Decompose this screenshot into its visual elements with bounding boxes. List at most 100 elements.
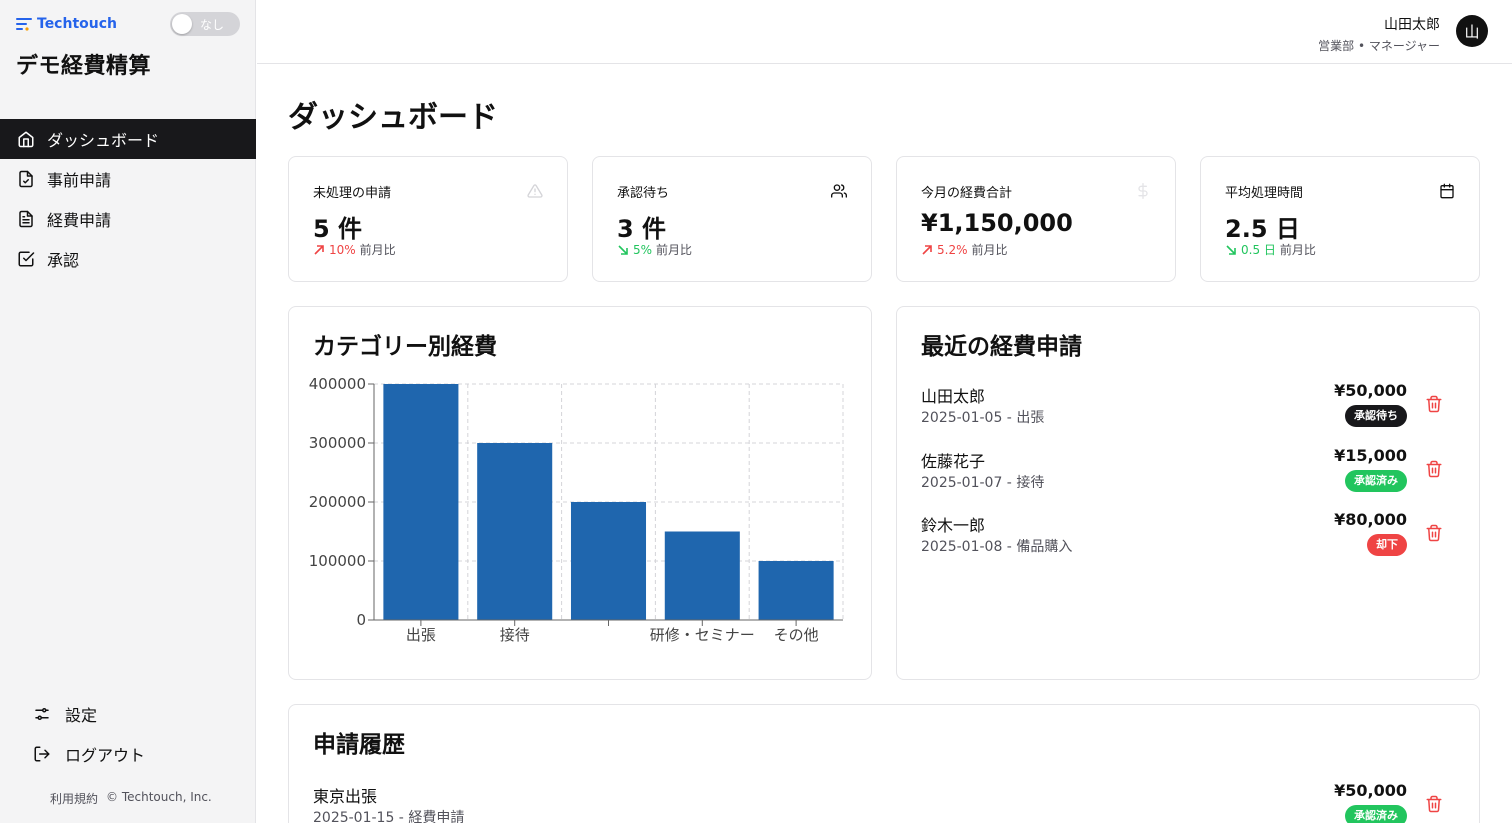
alert-triangle-icon	[527, 184, 543, 198]
expense-name: 東京出張	[313, 787, 378, 806]
stat-suffix: 前月比	[1279, 243, 1316, 257]
expense-amount: ¥15,000	[1334, 445, 1407, 465]
square-check-icon	[18, 251, 35, 267]
status-badge: 承認済み	[1345, 469, 1407, 492]
stat-title: 今月の経費合計	[921, 186, 1013, 201]
expense-row[interactable]: 鈴木一郎 2025-01-08 - 備品購入 ¥80,000 却下	[921, 510, 1455, 575]
stat-card-monthly-total: 今月の経費合計 ¥1,150,000 5.2% 前月比	[896, 156, 1176, 282]
avatar[interactable]: 山	[1456, 15, 1488, 47]
nav-label: 設定	[65, 706, 98, 725]
stat-card-unprocessed: 未処理の申請 5 件 10% 前月比	[288, 156, 568, 282]
trash-icon[interactable]	[1425, 795, 1443, 813]
stat-trend: 10% 前月比	[313, 241, 396, 258]
stat-suffix: 前月比	[971, 243, 1008, 257]
recent-list: 山田太郎 2025-01-05 - 出張 ¥50,000 承認待ち佐藤花子 2025-0…	[921, 381, 1455, 575]
nav-label: ログアウト	[65, 746, 146, 765]
page-title: ダッシュボード	[288, 100, 498, 135]
expense-meta: 2025-01-08 - 備品購入	[921, 539, 1073, 555]
user-name: 山田太郎	[1384, 17, 1440, 33]
nav-label: 経費申請	[47, 211, 112, 230]
app-title: デモ経費精算	[16, 54, 152, 79]
y-tick-label: 400000	[309, 375, 366, 393]
expense-row[interactable]: 山田太郎 2025-01-05 - 出張 ¥50,000 承認待ち	[921, 381, 1455, 446]
nav-label: 事前申請	[47, 171, 112, 190]
recent-expenses-card: 最近の経費申請 山田太郎 2025-01-05 - 出張 ¥50,000 承認待ち 佐藤…	[896, 306, 1480, 680]
status-badge: 承認済み	[1345, 805, 1407, 823]
dollar-icon	[1138, 183, 1148, 199]
stat-title: 承認待ち	[617, 186, 670, 201]
trend-down-icon	[618, 244, 628, 255]
expense-amount: ¥80,000	[1334, 510, 1407, 529]
brand-lines-icon	[16, 18, 32, 31]
stat-card-awaiting-approval: 承認待ち 3 件 5% 前月比	[592, 156, 872, 282]
calendar-icon	[1440, 183, 1454, 199]
category-chart-card: カテゴリー別経費 0 100000 200000 300000 400000 出張 接待 研修…	[288, 306, 872, 680]
sliders-icon	[35, 708, 49, 720]
expense-name: 佐藤花子	[921, 451, 986, 471]
expense-row[interactable]: 佐藤花子 2025-01-07 - 接待 ¥15,000 承認済み	[921, 446, 1455, 511]
stat-change: 5.2%	[937, 242, 968, 257]
main-nav: ダッシュボード 事前申請 経費申請 承認	[0, 119, 256, 279]
category-bar-chart: 0 100000 200000 300000 400000 出張 接待 研修・セミナー その他	[309, 375, 844, 644]
chart-bar	[570, 502, 647, 620]
stat-value: 2.5 日	[1225, 215, 1300, 243]
expense-meta: 2025-01-15 - 経費申請	[313, 810, 465, 823]
stat-suffix: 前月比	[656, 243, 693, 257]
stat-value: 3 件	[617, 215, 667, 243]
file-text-icon	[19, 210, 33, 228]
copyright: © Techtouch, Inc.	[106, 790, 212, 804]
status-badge: 却下	[1367, 534, 1407, 556]
nav-item-expense-application[interactable]: 経費申請	[0, 199, 256, 239]
nav-item-logout[interactable]: ログアウト	[33, 734, 145, 774]
y-tick-label: 300000	[309, 434, 366, 452]
history-card: 申請履歴 東京出張 2025-01-15 - 経費申請 ¥50,000 承認済み	[288, 704, 1480, 823]
x-tick-label: 接待	[500, 626, 530, 644]
chart-bar	[758, 561, 834, 620]
user-info: 山田太郎 営業部 • マネージャー	[1318, 14, 1440, 54]
y-tick-label: 200000	[309, 493, 366, 511]
expense-name: 鈴木一郎	[921, 516, 986, 535]
expense-amount: ¥50,000	[1334, 381, 1407, 400]
stat-value: ¥1,150,000	[921, 209, 1073, 237]
stat-trend: 0.5 日前月比	[1225, 241, 1316, 258]
stat-trend: 5.2% 前月比	[921, 241, 1008, 258]
trash-icon[interactable]	[1425, 524, 1443, 542]
trash-icon[interactable]	[1425, 395, 1443, 413]
toggle-knob	[172, 14, 192, 34]
nav-item-settings[interactable]: 設定	[33, 694, 145, 734]
expense-meta: 2025-01-07 - 接待	[921, 474, 1045, 491]
x-tick-label: 出張	[406, 626, 436, 644]
nav-item-approval[interactable]: 承認	[0, 239, 256, 279]
toggle-label: なし	[200, 18, 225, 32]
nav-label: 承認	[47, 251, 80, 270]
stat-change: 10%	[329, 242, 356, 257]
logout-icon	[34, 746, 50, 762]
brand-name: Techtouch	[37, 16, 117, 32]
chart-bar	[664, 531, 740, 620]
file-check-icon	[19, 170, 33, 188]
stat-card-avg-processing: 平均処理時間 2.5 日 0.5 日前月比	[1200, 156, 1480, 282]
stat-change: 5%	[633, 242, 653, 257]
stat-title: 未処理の申請	[313, 186, 392, 201]
terms-link[interactable]: 利用規約	[50, 790, 98, 807]
trend-down-icon	[1226, 244, 1236, 255]
sidebar: Techtouch なし デモ経費精算 ダッシュボード 事前申請 経費申請 承認…	[0, 0, 256, 823]
bottom-nav: 設定 ログアウト	[33, 694, 145, 774]
expense-row[interactable]: 東京出張 2025-01-15 - 経費申請 ¥50,000 承認済み	[313, 781, 1455, 823]
stat-title: 平均処理時間	[1225, 186, 1304, 201]
nav-item-pre-application[interactable]: 事前申請	[0, 159, 256, 199]
stat-suffix: 前月比	[359, 243, 396, 257]
history-list: 東京出張 2025-01-15 - 経費申請 ¥50,000 承認済み	[313, 781, 1455, 823]
trend-up-icon	[922, 244, 932, 255]
top-header: 山田太郎 営業部 • マネージャー 山	[257, 0, 1512, 64]
expense-amount: ¥50,000	[1334, 781, 1407, 800]
nav-label: ダッシュボード	[47, 131, 160, 150]
y-tick-label: 100000	[309, 552, 366, 570]
users-icon	[831, 184, 847, 198]
expense-name: 山田太郎	[921, 387, 986, 406]
mode-toggle[interactable]: なし	[170, 12, 240, 36]
brand-logo[interactable]: Techtouch	[16, 16, 117, 32]
trash-icon[interactable]	[1425, 460, 1443, 478]
nav-item-dashboard[interactable]: ダッシュボード	[0, 119, 256, 159]
x-tick-label: その他	[774, 626, 819, 644]
